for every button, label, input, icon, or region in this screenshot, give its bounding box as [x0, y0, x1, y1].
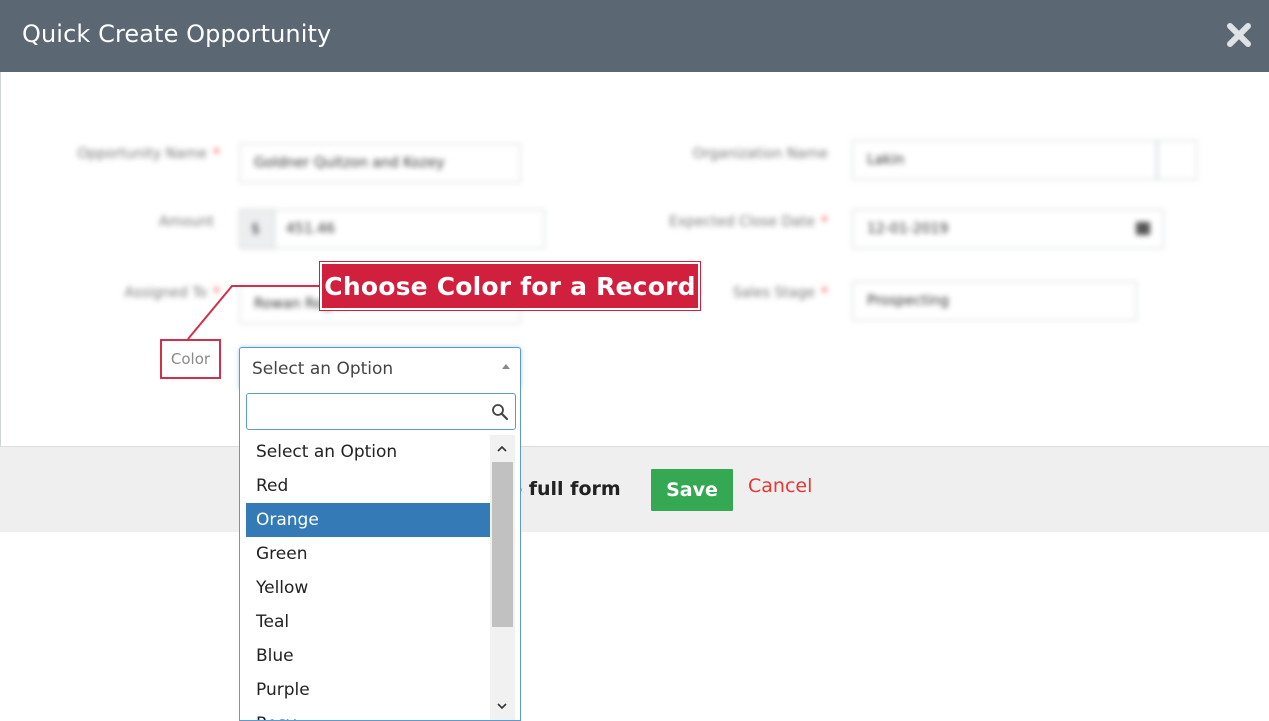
- callout-label: Choose Color for a Record: [320, 262, 700, 310]
- color-option[interactable]: Red: [246, 469, 490, 503]
- color-option[interactable]: Select an Option: [246, 435, 490, 469]
- dropdown-scrollbar[interactable]: [490, 435, 515, 720]
- chevron-up-icon[interactable]: [496, 443, 508, 455]
- color-option-highlighted[interactable]: Orange: [246, 503, 490, 537]
- color-option[interactable]: Teal: [246, 605, 490, 639]
- color-search-input[interactable]: [246, 393, 516, 430]
- scrollbar-thumb[interactable]: [492, 462, 513, 627]
- color-option[interactable]: Green: [246, 537, 490, 571]
- chevron-up-icon: [502, 364, 510, 369]
- color-option[interactable]: Rosy: [246, 707, 490, 720]
- color-options-list: Select an Option Red Orange Green Yellow…: [246, 435, 490, 720]
- color-label: Color: [160, 339, 221, 379]
- color-option[interactable]: Yellow: [246, 571, 490, 605]
- color-dropdown: Select an Option Red Orange Green Yellow…: [239, 389, 521, 721]
- chevron-down-icon[interactable]: [496, 700, 508, 712]
- color-option[interactable]: Blue: [246, 639, 490, 673]
- color-select-value: Select an Option: [252, 359, 394, 379]
- color-option[interactable]: Purple: [246, 673, 490, 707]
- color-select[interactable]: Select an Option: [239, 347, 521, 389]
- search-icon: [492, 404, 509, 421]
